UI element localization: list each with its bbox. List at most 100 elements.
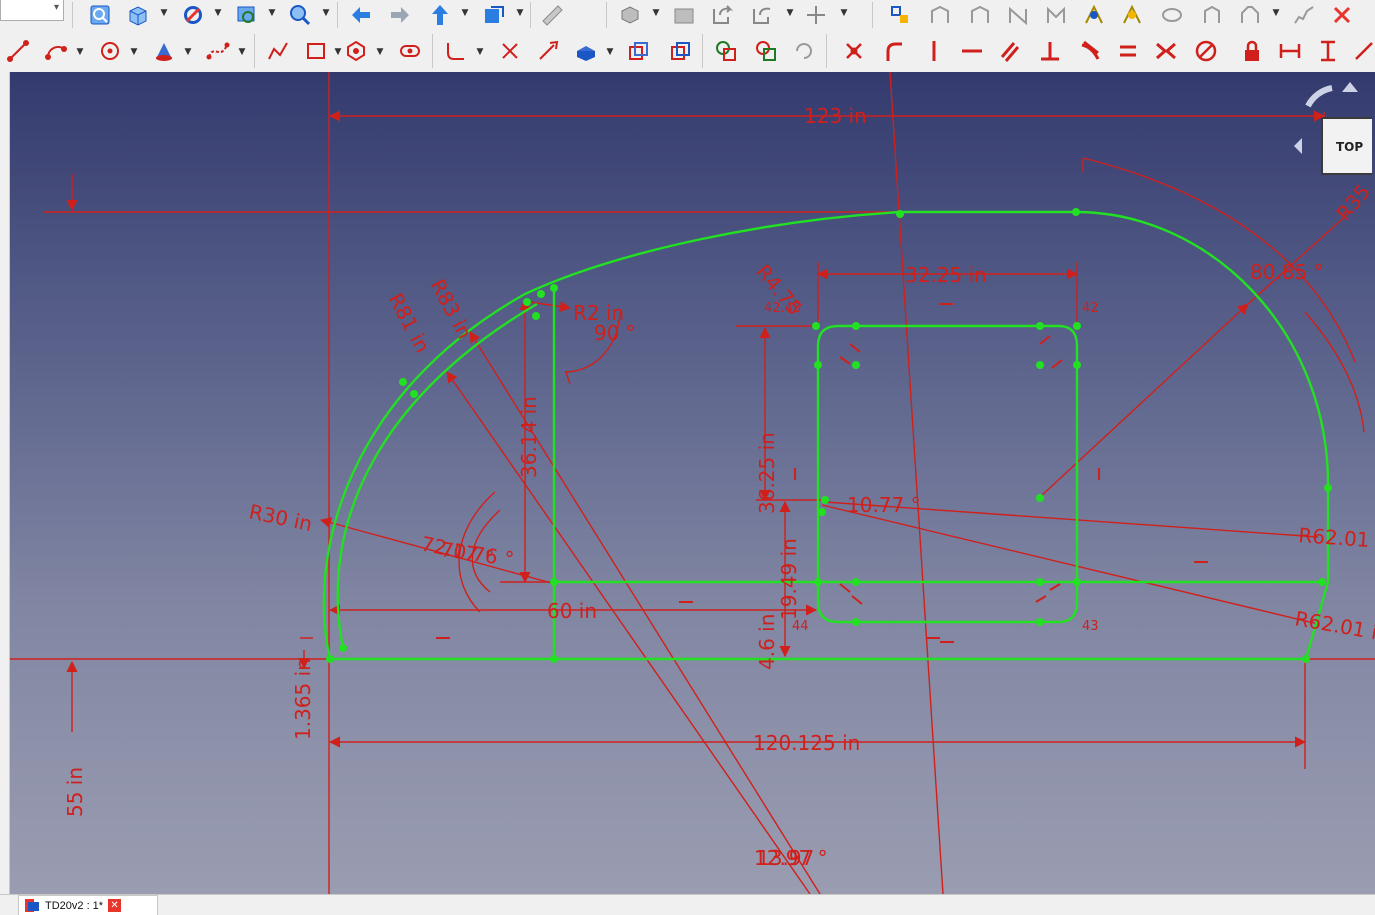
sketch-tool-icon[interactable]	[886, 3, 914, 27]
chevron-down-icon[interactable]: ▼	[461, 8, 469, 18]
close-icon[interactable]: ✕	[108, 899, 122, 912]
chevron-down-icon[interactable]: ▼	[840, 8, 848, 18]
document-tab[interactable]: TD20v2 : 1* ✕	[18, 895, 158, 915]
fillet-icon[interactable]	[440, 36, 472, 66]
sketch-tool-icon[interactable]	[1198, 3, 1226, 27]
conic-icon[interactable]	[148, 36, 180, 66]
sketch-tool-icon[interactable]	[1290, 3, 1318, 27]
trim-icon[interactable]	[494, 36, 526, 66]
radius-r81-label[interactable]: R81 in	[384, 289, 435, 357]
lock-constraint-icon[interactable]	[1236, 36, 1268, 66]
3d-viewport[interactable]: 123 in 120.125 in 60 in 32.25 in 10.77 °…	[10, 72, 1375, 894]
sketch-tool-icon[interactable]	[788, 36, 820, 66]
dim-bottom-offset-label[interactable]: 1.365 in	[291, 658, 315, 740]
circle-icon[interactable]	[94, 36, 126, 66]
chevron-down-icon[interactable]: ▼	[160, 8, 168, 18]
dim-door-width-label[interactable]: 32.25 in	[905, 263, 987, 287]
equal-constraint-icon[interactable]	[1112, 36, 1144, 66]
navcube-face-label[interactable]: TOP	[1336, 140, 1363, 154]
point-on-object-icon[interactable]	[878, 36, 910, 66]
radius-right-1-label[interactable]: R62.01	[1298, 523, 1371, 552]
dim-door-small-label[interactable]: 4.6 in	[755, 614, 779, 670]
chevron-down-icon[interactable]: ▼	[786, 8, 794, 18]
angle-13b-label[interactable]: 13.97	[757, 846, 814, 870]
dim-inner-length-label[interactable]: 60 in	[547, 599, 597, 623]
draw-style-icon[interactable]	[179, 3, 207, 27]
dim-wall-height-label[interactable]: 36.14 in	[517, 396, 541, 478]
sketch-tool-icon[interactable]	[966, 3, 994, 27]
copy-icon[interactable]	[710, 36, 742, 66]
symmetric-constraint-icon[interactable]	[1150, 36, 1182, 66]
chevron-down-icon[interactable]: ▼	[322, 8, 330, 18]
sketch-tool-icon[interactable]	[1118, 3, 1146, 27]
perpendicular-constraint-icon[interactable]	[1034, 36, 1066, 66]
slot-icon[interactable]	[394, 36, 426, 66]
angle-10-label[interactable]: 10.77 °	[847, 493, 921, 517]
chevron-down-icon[interactable]: ▼	[238, 47, 246, 57]
sketch-tool-icon[interactable]	[1042, 3, 1070, 27]
polygon-icon[interactable]	[340, 36, 372, 66]
angle-70-label[interactable]: 70.76 °	[439, 537, 515, 571]
sketch-vertices[interactable]	[326, 208, 1332, 663]
zoom-icon[interactable]	[286, 3, 314, 27]
small-tag-label[interactable]: 44	[792, 619, 809, 634]
chevron-down-icon[interactable]: ▼	[376, 47, 384, 57]
workbench-selector[interactable]: ▾	[0, 0, 64, 21]
chevron-down-icon[interactable]: ▼	[214, 8, 222, 18]
sketch-geometry[interactable]	[322, 210, 1330, 661]
chevron-down-icon[interactable]: ▼	[268, 8, 276, 18]
sketch-tool-icon[interactable]	[1158, 3, 1186, 27]
extend-icon[interactable]	[532, 36, 564, 66]
chevron-down-icon[interactable]: ▼	[516, 8, 524, 18]
line-icon[interactable]	[2, 36, 34, 66]
radius-r83-label[interactable]: R83 in	[426, 275, 477, 343]
chevron-down-icon[interactable]: ▼	[184, 47, 192, 57]
folder-icon[interactable]	[670, 3, 698, 27]
dim-height-left-label[interactable]: 55 in	[63, 767, 87, 817]
link-sub-icon[interactable]	[748, 3, 776, 27]
up-arrow-icon[interactable]	[426, 3, 454, 27]
coincident-constraint-icon[interactable]	[838, 36, 870, 66]
close-icon[interactable]	[1328, 3, 1356, 27]
part-icon[interactable]	[616, 3, 644, 27]
fit-all-icon[interactable]	[86, 3, 114, 27]
rectangle-icon[interactable]	[300, 36, 332, 66]
measure-icon[interactable]	[538, 3, 566, 27]
small-tag-label[interactable]: 42	[1082, 301, 1099, 316]
radius-r30-label[interactable]: R30 in	[247, 499, 315, 536]
angle-80-label[interactable]: 80.85 °	[1250, 260, 1324, 284]
vertical-distance-icon[interactable]	[1312, 36, 1344, 66]
horizontal-distance-icon[interactable]	[1274, 36, 1306, 66]
back-arrow-icon[interactable]	[347, 3, 375, 27]
chevron-down-icon[interactable]: ▼	[130, 47, 138, 57]
distance-icon[interactable]	[1348, 36, 1375, 66]
external-geometry-icon[interactable]	[570, 36, 602, 66]
link-icon[interactable]	[708, 3, 736, 27]
clone-icon[interactable]	[664, 36, 696, 66]
sketch-canvas[interactable]: 123 in 120.125 in 60 in 32.25 in 10.77 °…	[10, 72, 1375, 894]
sketch-tool-icon[interactable]	[1080, 3, 1108, 27]
radius-right-2-label[interactable]: R62.01 i	[1293, 606, 1375, 644]
horizontal-constraint-icon[interactable]	[956, 36, 988, 66]
arc-icon[interactable]	[40, 36, 72, 66]
block-constraint-icon[interactable]	[1190, 36, 1222, 66]
chevron-down-icon[interactable]: ▼	[476, 47, 484, 57]
sketch-tool-icon[interactable]	[926, 3, 954, 27]
chevron-down-icon[interactable]: ▼	[1272, 8, 1280, 18]
polyline-icon[interactable]	[262, 36, 294, 66]
bounding-box-icon[interactable]	[233, 3, 261, 27]
radius-r2-label[interactable]: R2 in	[573, 301, 624, 325]
navigation-cube[interactable]: TOP	[1292, 78, 1375, 210]
dim-door-offset-label[interactable]: 19.49 in	[777, 538, 801, 620]
move-icon[interactable]	[750, 36, 782, 66]
tangent-constraint-icon[interactable]	[1074, 36, 1106, 66]
dim-door-height-label[interactable]: 36.25 in	[755, 432, 779, 514]
axis-icon[interactable]	[802, 3, 830, 27]
dim-bottom-width-label[interactable]: 120.125 in	[753, 731, 860, 755]
chevron-down-icon[interactable]: ▼	[606, 47, 614, 57]
chevron-down-icon[interactable]: ▼	[76, 47, 84, 57]
view-cube-icon[interactable]	[124, 3, 152, 27]
chevron-down-icon[interactable]: ▼	[652, 8, 660, 18]
bspline-icon[interactable]	[202, 36, 234, 66]
sketch-tool-icon[interactable]	[1236, 3, 1264, 27]
